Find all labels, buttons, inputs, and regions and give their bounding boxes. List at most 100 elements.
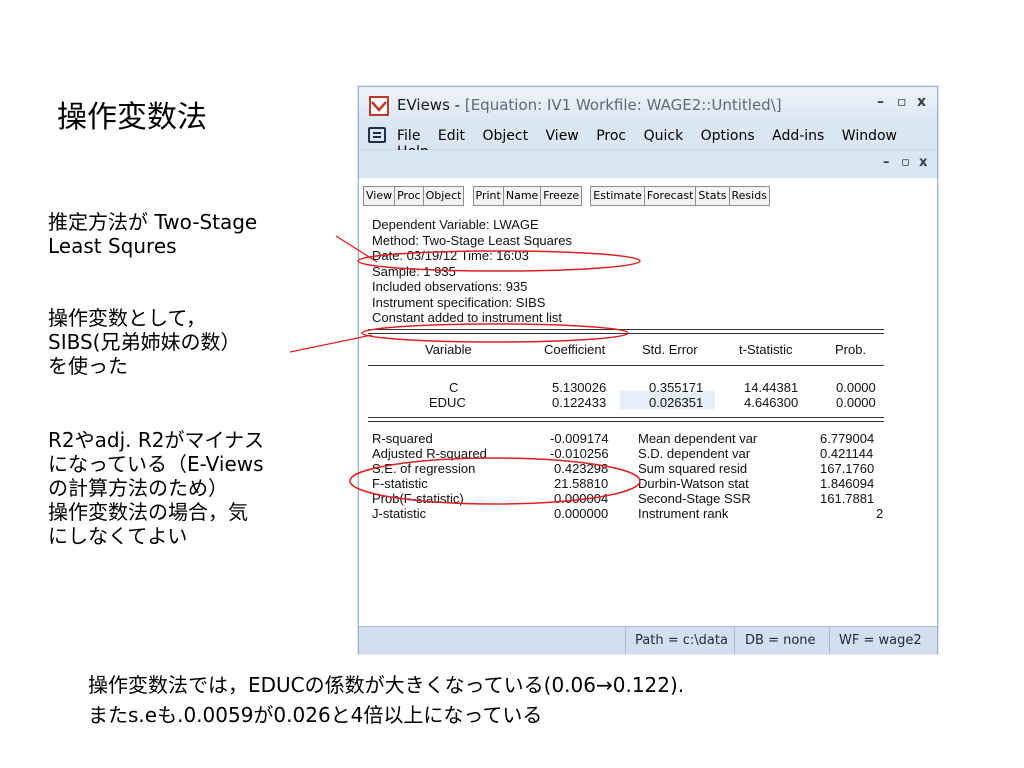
header-line: Date: 03/19/12 Time: 16:03 <box>372 248 529 263</box>
stat-label: Adjusted R-squared <box>372 446 487 461</box>
stat-label: Instrument rank <box>638 506 729 521</box>
col-header: Coefficient <box>544 342 606 357</box>
menu-proc[interactable]: Proc <box>596 128 626 144</box>
header-line: Constant added to instrument list <box>372 310 563 325</box>
proc-button[interactable]: Proc <box>394 186 424 206</box>
cell-stderror: 0.355171 <box>649 380 704 395</box>
menu-quick[interactable]: Quick <box>644 128 684 144</box>
col-header: Variable <box>425 342 472 357</box>
rule <box>368 417 884 422</box>
stat-value: 167.1760 <box>820 461 875 476</box>
doc-close-icon[interactable]: x <box>919 155 927 170</box>
status-bar: Path = c:\data DB = none WF = wage2 <box>359 626 937 654</box>
object-button[interactable]: Object <box>422 186 465 206</box>
header-line: Instrument specification: SIBS <box>372 294 546 310</box>
note-line: になっている（E-Views <box>48 452 264 476</box>
cell-prob: 0.0000 <box>836 395 876 410</box>
note-line: の計算方法のため） <box>48 476 228 500</box>
stat-value: 21.58810 <box>554 476 609 491</box>
status-divider <box>625 627 626 654</box>
stat-label: Mean dependent var <box>638 431 758 446</box>
stat-value: -0.010256 <box>550 446 609 461</box>
header-line: Sample: 1 935 <box>372 263 456 279</box>
col-header: t-Statistic <box>739 342 793 357</box>
stat-label: Sum squared resid <box>638 461 748 476</box>
note-method: 推定方法が Two-Stage Least Squres <box>48 210 257 258</box>
menu-options[interactable]: Options <box>701 128 755 144</box>
header-line: Included observations: 935 <box>372 279 528 294</box>
estimate-button[interactable]: Estimate <box>590 186 645 206</box>
header-line: Method: Two-Stage Least Squares <box>372 232 572 248</box>
maximize-icon[interactable]: ▫ <box>897 94 907 110</box>
cell-variable: EDUC <box>429 395 466 410</box>
stat-value: 2 <box>876 506 884 521</box>
title-bar[interactable]: EViews - [Equation: IV1 Workfile: WAGE2:… <box>359 87 937 123</box>
freeze-button[interactable]: Freeze <box>540 186 583 206</box>
note-line: 操作変数として， <box>48 306 206 330</box>
window-title: EViews - [Equation: IV1 Workfile: WAGE2:… <box>397 96 782 114</box>
note-r2: R2やadj. R2がマイナス になっている（E-Views の計算方法のため）… <box>48 428 264 548</box>
cell-variable: C <box>449 380 459 395</box>
menu-addins[interactable]: Add-ins <box>772 128 824 144</box>
close-icon[interactable]: x <box>917 94 926 110</box>
stat-value: 1.846094 <box>820 476 875 491</box>
status-divider <box>734 627 735 654</box>
window-title-detail: [Equation: IV1 Workfile: WAGE2::Untitled… <box>464 96 782 114</box>
rule <box>368 365 884 366</box>
cell-stderror: 0.026351 <box>649 395 704 410</box>
menu-edit[interactable]: Edit <box>438 128 465 144</box>
stat-value: 0.423298 <box>554 461 609 476</box>
view-button[interactable]: View <box>363 186 396 206</box>
note-line: 操作変数法の場合，気 <box>48 500 248 524</box>
stat-value: 6.779004 <box>820 431 875 446</box>
app-name: EViews - <box>397 96 465 114</box>
stat-label: Durbin-Watson stat <box>638 476 749 491</box>
cell-tstat: 4.646300 <box>744 395 799 410</box>
stat-value: 161.7881 <box>820 491 875 506</box>
menu-bar: File Edit Object View Proc Quick Options… <box>359 123 937 160</box>
eviews-window: EViews - [Equation: IV1 Workfile: WAGE2:… <box>358 86 938 654</box>
stat-value: -0.009174 <box>550 431 609 446</box>
control-menu-icon[interactable] <box>368 127 386 143</box>
eviews-app-icon <box>369 96 389 116</box>
note-line: Least Squres <box>48 234 177 258</box>
cell-prob: 0.0000 <box>836 380 876 395</box>
status-db: DB = none <box>745 633 816 648</box>
bottom-note: 操作変数法では，EDUCの係数が大きくなっている(0.06→0.122). また… <box>88 670 684 730</box>
stats-button[interactable]: Stats <box>695 186 730 206</box>
stat-value: 0.421144 <box>820 446 874 461</box>
stat-label: Prob(F-statistic) <box>372 491 464 506</box>
cell-coefficient: 0.122433 <box>552 395 607 410</box>
slide-title: 操作変数法 <box>57 100 207 135</box>
col-header: Std. Error <box>642 342 698 357</box>
status-wf: WF = wage2 <box>839 633 922 648</box>
output-header: Dependent Variable: LWAGE Method: Two-St… <box>372 217 572 326</box>
equation-output[interactable]: Dependent Variable: LWAGE Method: Two-St… <box>362 207 934 624</box>
stat-label: S.D. dependent var <box>638 446 751 461</box>
menu-object[interactable]: Object <box>482 128 528 144</box>
note-instrument: 操作変数として， SIBS(兄弟姉妹の数） を使った <box>48 306 240 378</box>
menu-window[interactable]: Window <box>842 128 897 144</box>
stat-label: S.E. of regression <box>372 461 476 476</box>
stat-value: 0.000004 <box>554 491 609 506</box>
menu-view[interactable]: View <box>546 128 579 144</box>
stat-value: 0.000000 <box>554 506 609 521</box>
resids-button[interactable]: Resids <box>728 186 770 206</box>
minimize-icon[interactable]: – <box>877 94 884 110</box>
menu-file[interactable]: File <box>397 128 420 144</box>
cell-coefficient: 5.130026 <box>552 380 607 395</box>
bottom-line: 操作変数法では，EDUCの係数が大きくなっている(0.06→0.122). <box>88 673 685 697</box>
note-line: 推定方法が Two-Stage <box>48 210 258 234</box>
note-line: SIBS(兄弟姉妹の数） <box>48 330 241 354</box>
doc-restore-icon[interactable]: ▫ <box>901 155 910 170</box>
stat-label: J-statistic <box>372 506 427 521</box>
cell-tstat: 14.44381 <box>744 380 799 395</box>
name-button[interactable]: Name <box>502 186 542 206</box>
print-button[interactable]: Print <box>472 186 504 206</box>
forecast-button[interactable]: Forecast <box>643 186 697 206</box>
stat-label: R-squared <box>372 431 433 446</box>
doc-minimize-icon[interactable]: – <box>883 155 890 170</box>
document-bar: – ▫ x <box>359 150 937 178</box>
rule <box>368 329 884 334</box>
col-header: Prob. <box>835 342 867 357</box>
